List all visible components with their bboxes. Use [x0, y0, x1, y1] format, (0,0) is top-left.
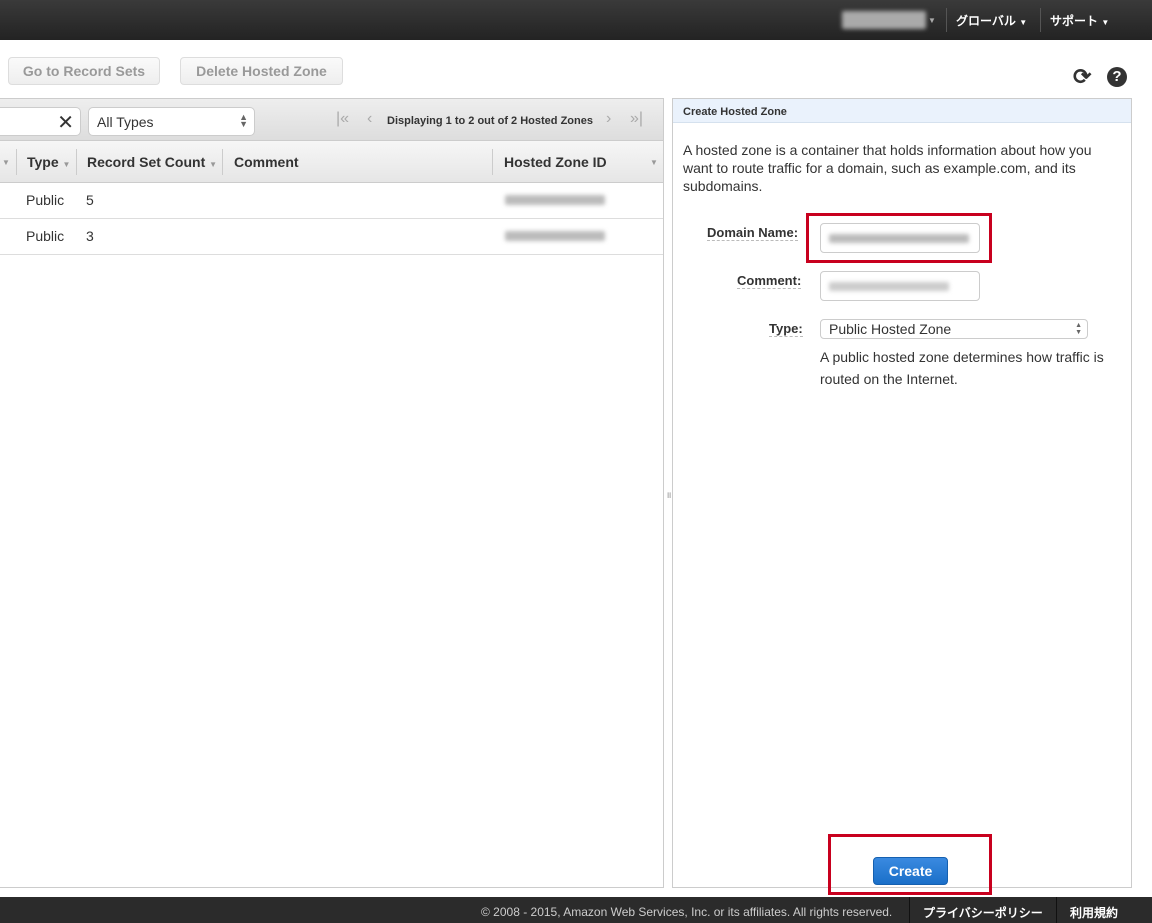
table-row[interactable]: Public 5 [0, 183, 663, 219]
column-record-set-count[interactable]: Record Set Count ▼ [87, 154, 217, 170]
domain-name-input[interactable] [820, 223, 980, 253]
cell-hosted-zone-id [505, 195, 605, 205]
domain-name-label: Domain Name: [707, 225, 799, 241]
create-button[interactable]: Create [873, 857, 948, 885]
column-divider [222, 149, 223, 175]
type-filter-value: All Types [97, 114, 154, 130]
divider [1040, 8, 1041, 32]
column-hosted-zone-id[interactable]: Hosted Zone ID [504, 154, 607, 170]
divider [1056, 897, 1057, 923]
resize-handle[interactable]: ॥ [666, 488, 671, 501]
comment-input[interactable] [820, 271, 980, 301]
filter-bar: ✕ All Types ▲ ▼ |« ‹ Displaying 1 to 2 ou… [0, 99, 663, 141]
first-page-icon[interactable]: |« [336, 110, 349, 128]
terms-link[interactable]: 利用規約 [1070, 904, 1118, 921]
account-menu[interactable] [842, 11, 926, 29]
sort-icon: ▼ [650, 158, 658, 167]
column-count-label: Record Set Count [87, 154, 206, 170]
type-select[interactable]: Public Hosted Zone ▲ ▼ [820, 319, 1088, 339]
divider [909, 897, 910, 923]
privacy-policy-link[interactable]: プライバシーポリシー [923, 904, 1043, 921]
support-label: サポート [1050, 14, 1099, 28]
footer: © 2008 - 2015, Amazon Web Services, Inc.… [0, 897, 1152, 923]
select-arrows-icon: ▲ ▼ [1075, 322, 1082, 336]
region-menu[interactable]: グローバル ▼ [956, 12, 1027, 29]
copyright-text: © 2008 - 2015, Amazon Web Services, Inc.… [481, 905, 893, 919]
next-page-icon[interactable]: › [606, 110, 611, 128]
column-comment[interactable]: Comment [234, 154, 299, 170]
table-row[interactable]: Public 3 [0, 219, 663, 255]
go-to-record-sets-button[interactable]: Go to Record Sets [8, 57, 160, 85]
hosted-zones-list: ✕ All Types ▲ ▼ |« ‹ Displaying 1 to 2 ou… [0, 98, 664, 888]
type-select-value: Public Hosted Zone [829, 321, 952, 337]
cell-count: 5 [86, 192, 94, 208]
top-nav-bar: ▼ グローバル ▼ サポート ▼ [0, 0, 1152, 40]
cell-hosted-zone-id [505, 231, 605, 241]
cell-type: Public [26, 228, 65, 244]
cell-type: Public [26, 192, 65, 208]
column-divider [16, 149, 17, 175]
clear-search-icon[interactable]: ✕ [57, 110, 74, 135]
refresh-icon[interactable]: ⟳ [1073, 64, 1091, 90]
previous-page-icon[interactable]: ‹ [367, 110, 372, 128]
column-divider [76, 149, 77, 175]
sort-icon: ▼ [2, 158, 10, 167]
column-type-label: Type [27, 154, 59, 170]
chevron-down-icon: ▼ [1101, 18, 1110, 27]
column-type[interactable]: Type ▼ [27, 154, 70, 170]
type-label: Type: [769, 321, 803, 337]
comment-label: Comment: [737, 273, 802, 289]
search-input[interactable]: ✕ [0, 107, 81, 136]
help-icon[interactable]: ? [1107, 67, 1127, 87]
sort-icon: ▼ [209, 160, 218, 169]
support-menu[interactable]: サポート ▼ [1050, 12, 1109, 29]
pagination-status: Displaying 1 to 2 out of 2 Hosted Zones [387, 115, 593, 127]
divider [946, 8, 947, 32]
table-header: ▼ Type ▼ Record Set Count ▼ Comment Host… [0, 141, 663, 183]
panel-description: A hosted zone is a container that holds … [683, 142, 1092, 194]
chevron-down-icon: ▼ [928, 16, 936, 25]
delete-hosted-zone-button[interactable]: Delete Hosted Zone [180, 57, 343, 85]
type-filter-select[interactable]: All Types ▲ ▼ [88, 107, 255, 136]
region-label: グローバル [956, 14, 1016, 28]
select-arrows-icon: ▲ ▼ [239, 112, 248, 129]
sort-icon: ▼ [62, 160, 71, 169]
column-divider [492, 149, 493, 175]
type-help-text: A public hosted zone determines how traf… [820, 349, 1104, 387]
last-page-icon[interactable]: »| [630, 110, 643, 128]
cell-count: 3 [86, 228, 94, 244]
chevron-down-icon: ▼ [1019, 18, 1028, 27]
panel-title: Create Hosted Zone [673, 99, 1131, 123]
create-hosted-zone-panel: Create Hosted Zone A hosted zone is a co… [672, 98, 1132, 895]
